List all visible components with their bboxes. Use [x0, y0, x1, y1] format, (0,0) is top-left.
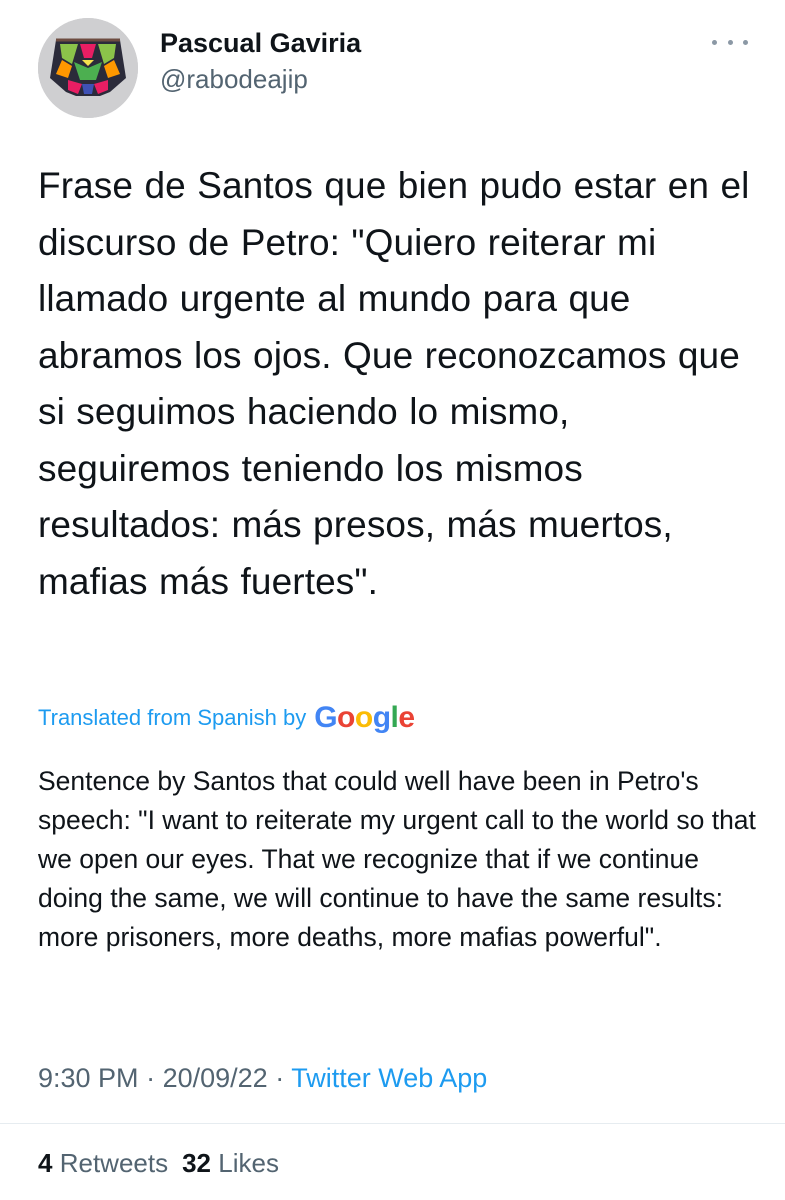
tweet-text: Frase de Santos que bien pudo estar en e…: [38, 165, 750, 602]
likes-label: Likes: [218, 1148, 279, 1178]
meta-separator: ·: [275, 1063, 285, 1093]
translated-label: Translated from Spanish by: [38, 705, 307, 730]
google-letter: o: [337, 701, 355, 734]
handle[interactable]: @rabodeajip: [160, 62, 361, 96]
likes-count: 32: [182, 1148, 212, 1178]
translation-text: Sentence by Santos that could well have …: [38, 766, 756, 952]
avatar-image: [38, 18, 138, 118]
retweets-label: Retweets: [59, 1148, 169, 1178]
translated-notice[interactable]: Translated from Spanish by Google: [38, 700, 415, 736]
tweet-meta: 9:30 PM · 20/09/22 · Twitter Web App: [38, 1060, 487, 1096]
tweet-date[interactable]: 20/09/22: [163, 1063, 268, 1093]
google-letter: g: [372, 701, 391, 734]
author-names: Pascual Gaviria @rabodeajip: [160, 26, 361, 96]
display-name[interactable]: Pascual Gaviria: [160, 26, 361, 60]
more-horizontal-icon[interactable]: [712, 32, 748, 52]
tweet-header: Pascual Gaviria @rabodeajip: [38, 18, 748, 118]
retweets-stat[interactable]: 4 Retweets: [38, 1148, 168, 1178]
tweet-stats: 4 Retweets 32 Likes: [38, 1145, 279, 1181]
google-letter: G: [314, 701, 338, 734]
more-dot: [712, 39, 717, 45]
divider: [0, 1123, 785, 1124]
likes-stat[interactable]: 32 Likes: [182, 1148, 279, 1178]
google-logo: Google: [314, 700, 415, 736]
tweet-source[interactable]: Twitter Web App: [291, 1063, 487, 1093]
avatar[interactable]: [38, 18, 138, 118]
more-dot: [727, 39, 733, 45]
retweets-count: 4: [38, 1148, 53, 1178]
meta-separator: ·: [146, 1063, 156, 1093]
google-letter: o: [354, 701, 373, 734]
more-dot: [743, 39, 748, 45]
google-letter: e: [398, 701, 415, 734]
tweet-time[interactable]: 9:30 PM: [38, 1063, 139, 1093]
